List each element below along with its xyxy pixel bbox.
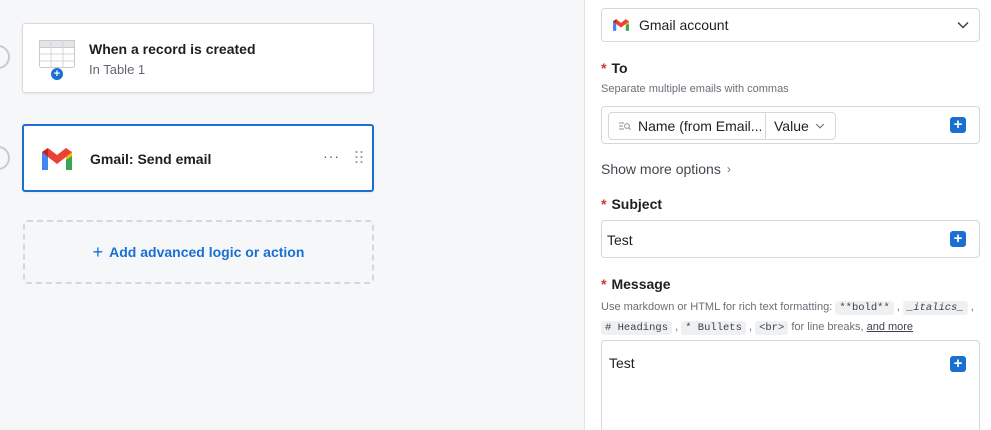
code-italics: _italics_ bbox=[902, 301, 968, 315]
code-br: <br> bbox=[755, 321, 789, 335]
gmail-icon bbox=[613, 19, 629, 31]
message-label-text: Message bbox=[611, 276, 671, 292]
trigger-card[interactable]: + When a record is created In Table 1 bbox=[22, 23, 374, 93]
plus-icon: + bbox=[92, 242, 104, 262]
subject-value: Test bbox=[607, 232, 633, 248]
subject-label: * Subject bbox=[601, 196, 662, 212]
gmail-account-select[interactable]: Gmail account bbox=[601, 8, 980, 42]
add-logic-or-action-button[interactable]: + Add advanced logic or action bbox=[23, 220, 374, 284]
message-value: Test bbox=[609, 355, 635, 371]
message-help-text: Use markdown or HTML for rich text forma… bbox=[601, 301, 974, 335]
and-more-link[interactable]: and more bbox=[867, 321, 913, 333]
workflow-canvas: + When a record is created In Table 1 Gm… bbox=[0, 0, 585, 430]
gmail-icon bbox=[42, 148, 72, 170]
add-record-badge-icon: + bbox=[51, 68, 63, 80]
add-logic-label: Add advanced logic or action bbox=[109, 244, 305, 260]
chevron-down-icon bbox=[957, 21, 969, 29]
to-label: * To bbox=[601, 60, 628, 76]
required-marker: * bbox=[601, 60, 607, 76]
account-label: Gmail account bbox=[639, 17, 729, 33]
insert-field-button[interactable]: + bbox=[950, 356, 966, 372]
insert-field-button[interactable]: + bbox=[950, 231, 966, 247]
show-more-options-link[interactable]: Show more options › bbox=[601, 161, 731, 177]
token-mode-select[interactable]: Value bbox=[774, 118, 809, 134]
gmail-action-card[interactable]: Gmail: Send email ··· bbox=[22, 124, 374, 192]
message-field[interactable]: Test + bbox=[601, 340, 980, 430]
connector-dot bbox=[0, 45, 10, 69]
drag-handle-icon[interactable] bbox=[354, 150, 364, 164]
connector-dot bbox=[0, 146, 10, 170]
trigger-title: When a record is created bbox=[89, 41, 256, 57]
more-options-icon[interactable]: ··· bbox=[323, 148, 340, 164]
to-help-text: Separate multiple emails with commas bbox=[601, 83, 789, 95]
subject-label-text: Subject bbox=[611, 196, 663, 212]
to-field[interactable]: Name (from Email... Value + bbox=[601, 106, 980, 144]
to-label-text: To bbox=[611, 60, 628, 76]
token-field-name: Name (from Email... bbox=[638, 118, 761, 134]
code-bold: **bold** bbox=[835, 301, 894, 315]
show-more-label: Show more options bbox=[601, 161, 721, 177]
lookup-field-icon bbox=[619, 122, 631, 130]
chevron-right-icon: › bbox=[726, 162, 731, 176]
required-marker: * bbox=[601, 196, 607, 212]
action-title: Gmail: Send email bbox=[90, 151, 212, 167]
chevron-down-icon bbox=[815, 123, 824, 129]
insert-field-button[interactable]: + bbox=[950, 117, 966, 133]
subject-field[interactable]: Test + bbox=[601, 220, 980, 258]
message-label: * Message bbox=[601, 276, 671, 292]
code-headings: # Headings bbox=[601, 321, 673, 335]
action-config-panel: Gmail account * To Separate multiple emai… bbox=[586, 0, 991, 430]
required-marker: * bbox=[601, 276, 607, 292]
recipient-token[interactable]: Name (from Email... Value bbox=[608, 112, 836, 140]
table-icon bbox=[39, 40, 75, 68]
trigger-subtitle: In Table 1 bbox=[89, 62, 146, 77]
code-bullets: * Bullets bbox=[681, 321, 746, 335]
